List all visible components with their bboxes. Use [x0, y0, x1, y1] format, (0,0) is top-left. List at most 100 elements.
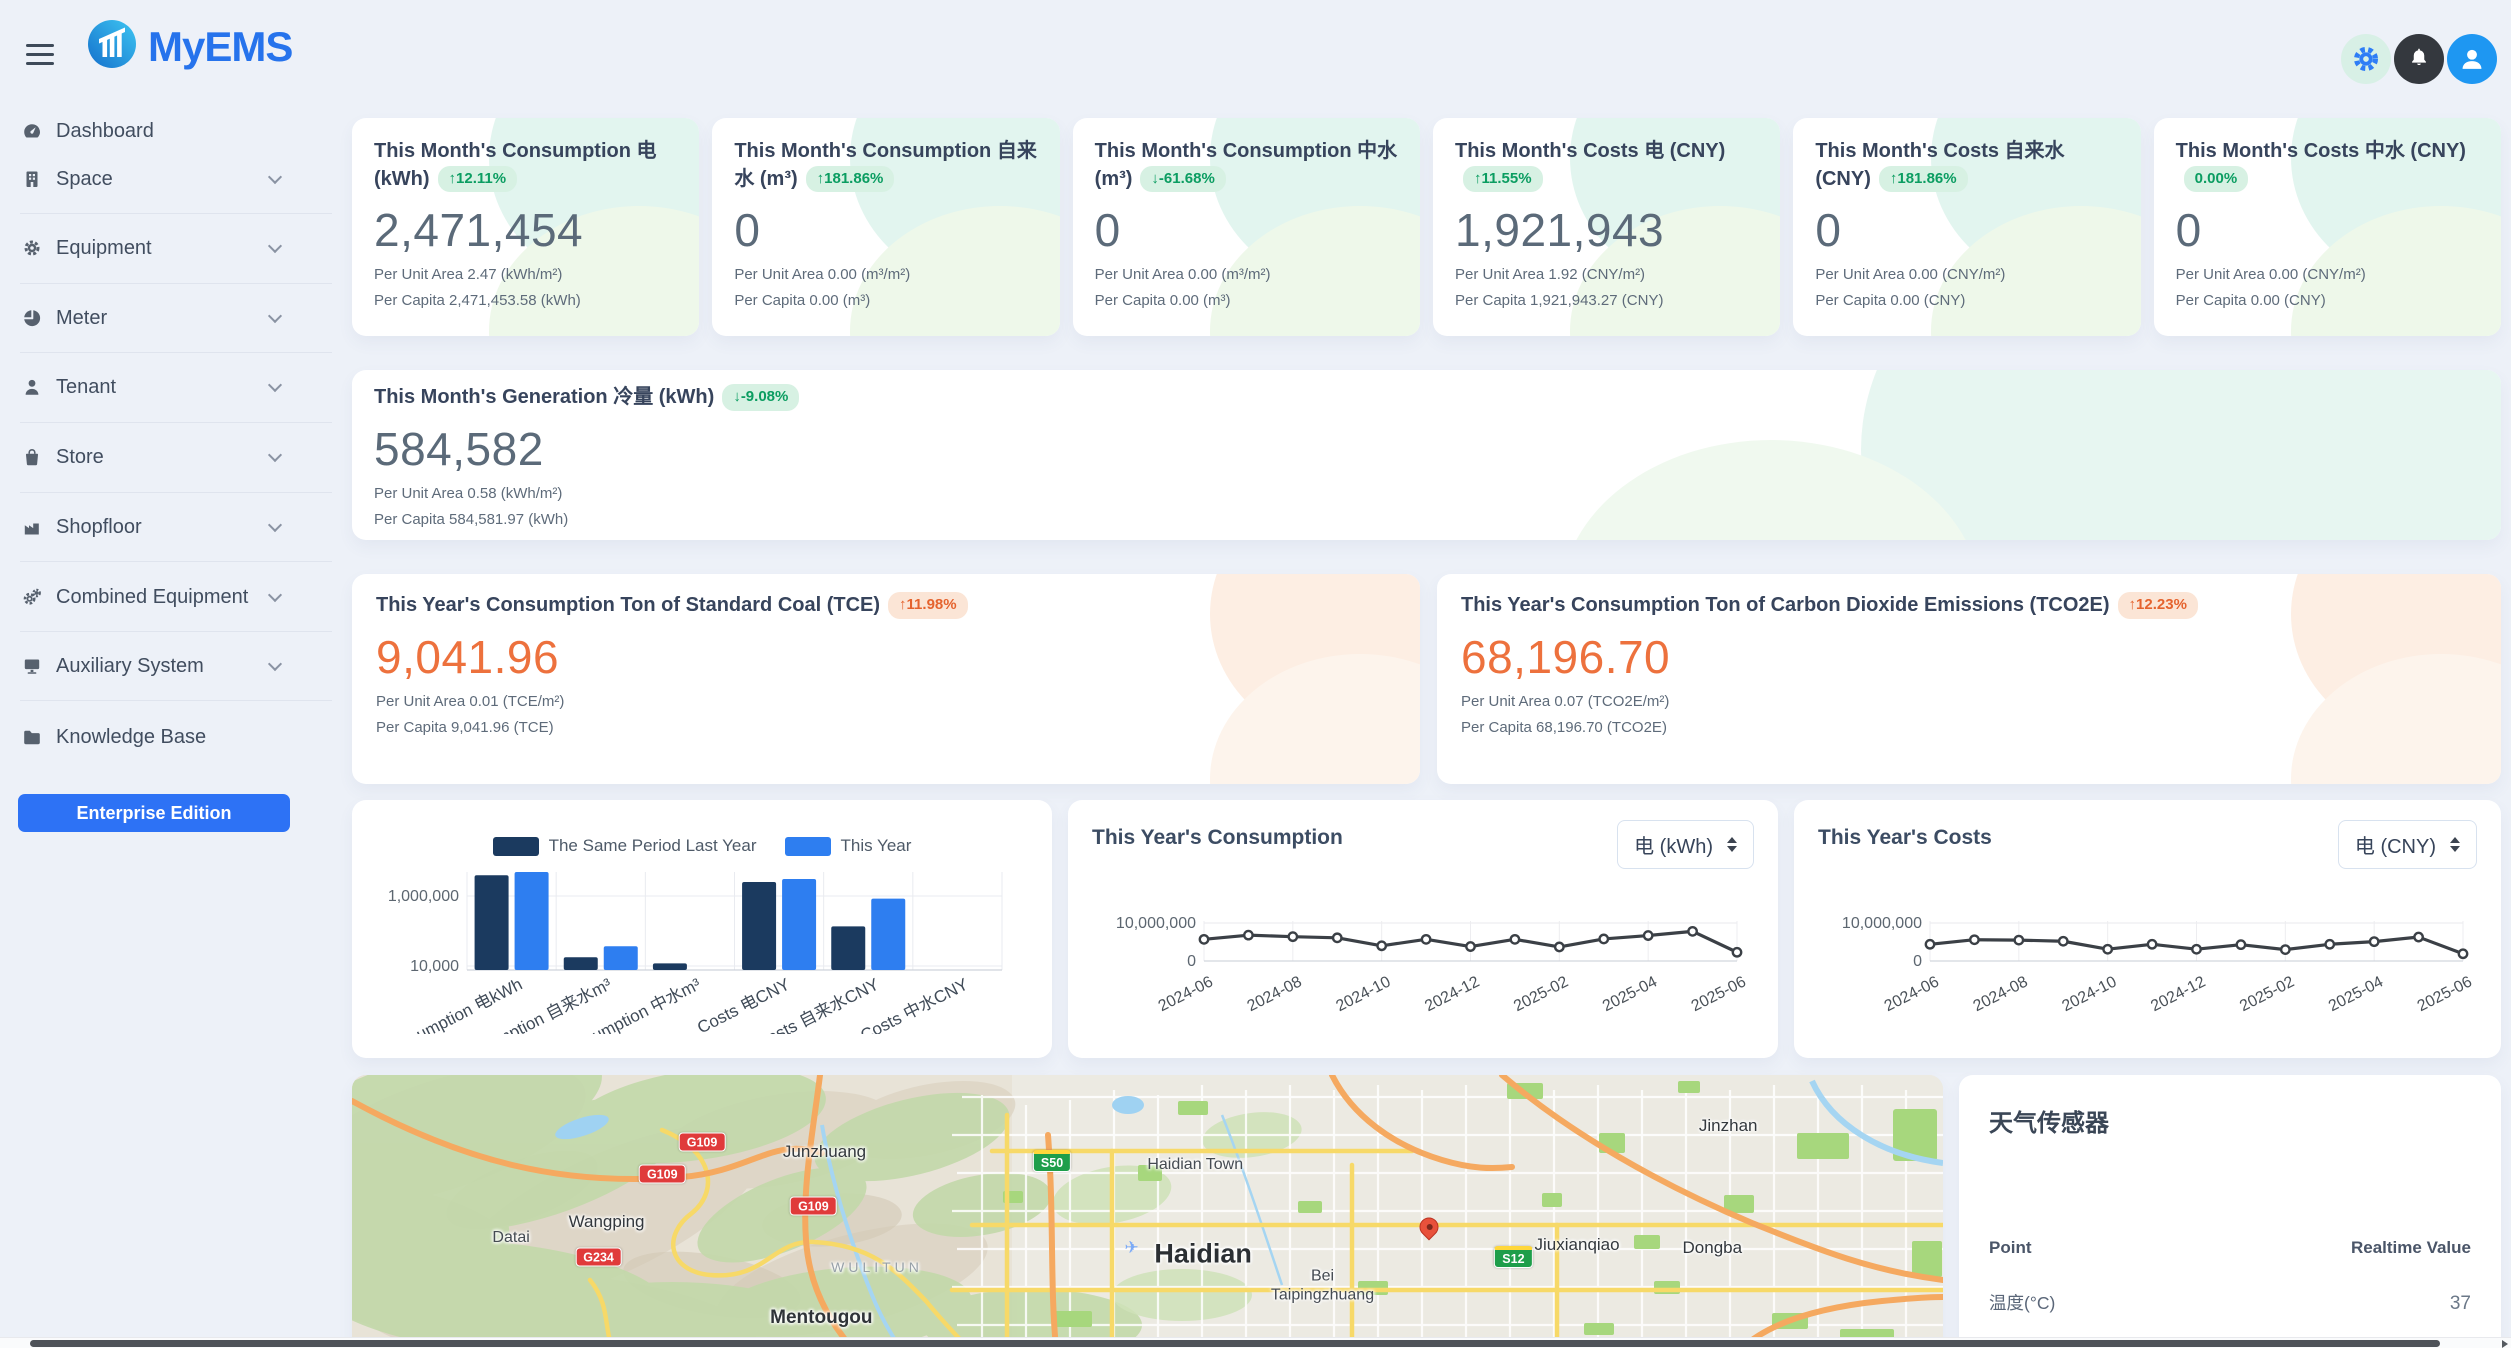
chevron-down-icon — [268, 448, 282, 462]
per-unit-area: Per Unit Area 0.00 (CNY/m²) — [1815, 266, 2118, 283]
gauge-icon — [22, 121, 42, 141]
map-pin[interactable] — [1416, 1214, 1443, 1241]
select-updown-icon — [1727, 837, 1737, 852]
scrollbar-right-arrow[interactable] — [2502, 1340, 2508, 1348]
sidebar-item-label: Store — [56, 446, 104, 469]
svg-text:1,000,000: 1,000,000 — [388, 888, 459, 905]
per-unit-area: Per Unit Area 0.00 (m³/m²) — [734, 266, 1037, 283]
sidebar-item-meter[interactable]: Meter — [0, 294, 352, 342]
trend-badge: ↓-9.08% — [722, 384, 799, 411]
building-icon — [22, 169, 42, 189]
notifications-bell-icon[interactable] — [2394, 34, 2444, 84]
kpi-value: 2,471,454 — [374, 203, 677, 257]
hamburger-menu-icon[interactable] — [26, 44, 56, 66]
sidebar-item-space[interactable]: Space — [0, 155, 352, 203]
shopping-bag-icon — [22, 447, 42, 467]
sidebar-item-store[interactable]: Store — [0, 433, 352, 481]
svg-text:2024-08: 2024-08 — [1971, 973, 2031, 1015]
svg-text:2025-04: 2025-04 — [2326, 973, 2386, 1015]
map-canvas[interactable]: Junzhuang Wangping Datai WULITUN Mentoug… — [352, 1075, 1943, 1348]
per-capita: Per Capita 0.00 (m³) — [1095, 292, 1398, 309]
sidebar-item-tenant[interactable]: Tenant — [0, 363, 352, 411]
chevron-down-icon — [268, 588, 282, 602]
svg-text:2025-02: 2025-02 — [2237, 973, 2297, 1015]
kpi-value: 0 — [2176, 203, 2479, 257]
sidebar-item-label: Combined Equipment — [56, 586, 248, 609]
user-avatar-icon[interactable] — [2447, 34, 2497, 84]
settings-gear-icon[interactable] — [2341, 34, 2391, 84]
svg-text:2024-10: 2024-10 — [2059, 973, 2119, 1015]
weather-col-point: Point — [1989, 1238, 2032, 1258]
per-unit-area: Per Unit Area 1.92 (CNY/m²) — [1455, 266, 1758, 283]
svg-text:2025-04: 2025-04 — [1600, 973, 1660, 1015]
per-unit-area: Per Unit Area 2.47 (kWh/m²) — [374, 266, 677, 283]
tce-value: 9,041.96 — [376, 630, 1396, 684]
per-capita: Per Capita 2,471,453.58 (kWh) — [374, 292, 677, 309]
energy-type-select[interactable]: 电 (kWh) — [1617, 820, 1754, 869]
app-logo: MyEMS — [86, 18, 292, 75]
energy-type-select[interactable]: 电 (CNY) — [2338, 820, 2477, 869]
map-label: Wangping — [569, 1212, 645, 1232]
tco2e-value: 68,196.70 — [1461, 630, 2477, 684]
map-label: WULITUN — [831, 1259, 923, 1275]
horizontal-scrollbar-thumb[interactable] — [30, 1340, 2440, 1347]
road-shield: G109 — [790, 1197, 837, 1216]
chevron-down-icon — [268, 309, 282, 323]
svg-text:2024-12: 2024-12 — [1422, 973, 1482, 1015]
sidebar-item-auxiliary-system[interactable]: Auxiliary System — [0, 642, 352, 690]
sidebar-item-combined-equipment[interactable]: Combined Equipment — [0, 573, 352, 621]
svg-text:2024-10: 2024-10 — [1333, 973, 1393, 1015]
consumption-line-chart-card: This Year's Consumption 电 (kWh) 10,000,0… — [1068, 800, 1778, 1058]
road-shield: S12 — [1494, 1246, 1532, 1268]
svg-text:2025-02: 2025-02 — [1511, 973, 1571, 1015]
chart-legend: The Same Period Last Year This Year — [372, 836, 1032, 856]
folder-icon — [22, 727, 42, 747]
sidebar-item-shopfloor[interactable]: Shopfloor — [0, 503, 352, 551]
tco2e-title: This Year's Consumption Ton of Carbon Di… — [1461, 594, 2110, 616]
monitor-icon — [22, 656, 42, 676]
chart-title: This Year's Costs — [1818, 826, 1992, 850]
sidebar-item-label: Shopfloor — [56, 516, 142, 539]
weather-col-value: Realtime Value — [2351, 1238, 2471, 1258]
chevron-down-icon — [268, 657, 282, 671]
chevron-down-icon — [268, 378, 282, 392]
svg-text:2024-06: 2024-06 — [1882, 973, 1942, 1015]
per-capita: Per Capita 0.00 (m³) — [734, 292, 1037, 309]
svg-text:Consumption 电kWh: Consumption 电kWh — [378, 975, 526, 1034]
tce-card: This Year's Consumption Ton of Standard … — [352, 574, 1420, 784]
weather-point: 温度(°C) — [1989, 1290, 2055, 1315]
kpi-value: 1,921,943 — [1455, 203, 1758, 257]
sidebar-item-dashboard[interactable]: Dashboard — [0, 107, 352, 155]
sidebar-item-label: Dashboard — [56, 120, 154, 143]
generation-card: This Month's Generation 冷量 (kWh)↓-9.08% … — [352, 370, 2501, 540]
map-label: Junzhuang — [783, 1142, 866, 1162]
per-capita: Per Capita 0.00 (CNY) — [2176, 292, 2479, 309]
kpi-card-costs-electricity: This Month's Costs 电 (CNY)↑11.55% 1,921,… — [1433, 118, 1780, 336]
sidebar-item-label: Knowledge Base — [56, 726, 206, 749]
costs-line-chart: 10,000,00002024-062024-082024-102024-122… — [1818, 883, 2478, 1033]
per-capita: Per Capita 0.00 (CNY) — [1815, 292, 2118, 309]
kpi-value: 0 — [734, 203, 1037, 257]
per-unit-area: Per Unit Area 0.00 (m³/m²) — [1095, 266, 1398, 283]
horizontal-scrollbar — [0, 1337, 2511, 1348]
map-label: Mentougou — [770, 1307, 872, 1329]
chevron-down-icon — [268, 170, 282, 184]
weather-value: 37 — [2450, 1293, 2471, 1315]
generation-value: 584,582 — [374, 422, 2479, 476]
enterprise-edition-button[interactable]: Enterprise Edition — [18, 794, 290, 832]
trend-badge: ↑181.86% — [806, 166, 895, 193]
sidebar-item-equipment[interactable]: Equipment — [0, 224, 352, 272]
trend-badge: ↑181.86% — [1879, 166, 1968, 193]
legend-item-last-year[interactable]: The Same Period Last Year — [493, 836, 757, 856]
road-shield: G234 — [575, 1248, 622, 1267]
sidebar-item-knowledge-base[interactable]: Knowledge Base — [0, 713, 352, 761]
map-label: Haidian Town — [1147, 1156, 1243, 1174]
sidebar-item-label: Space — [56, 168, 113, 191]
legend-label: This Year — [841, 836, 912, 856]
road-shield: S50 — [1033, 1150, 1071, 1172]
map-label: Dongba — [1683, 1238, 1743, 1258]
per-capita: Per Capita 1,921,943.27 (CNY) — [1455, 292, 1758, 309]
legend-item-this-year[interactable]: This Year — [785, 836, 912, 856]
energy-type-select-value: 电 (kWh) — [1634, 830, 1713, 859]
generation-title: This Month's Generation 冷量 (kWh) — [374, 386, 714, 408]
